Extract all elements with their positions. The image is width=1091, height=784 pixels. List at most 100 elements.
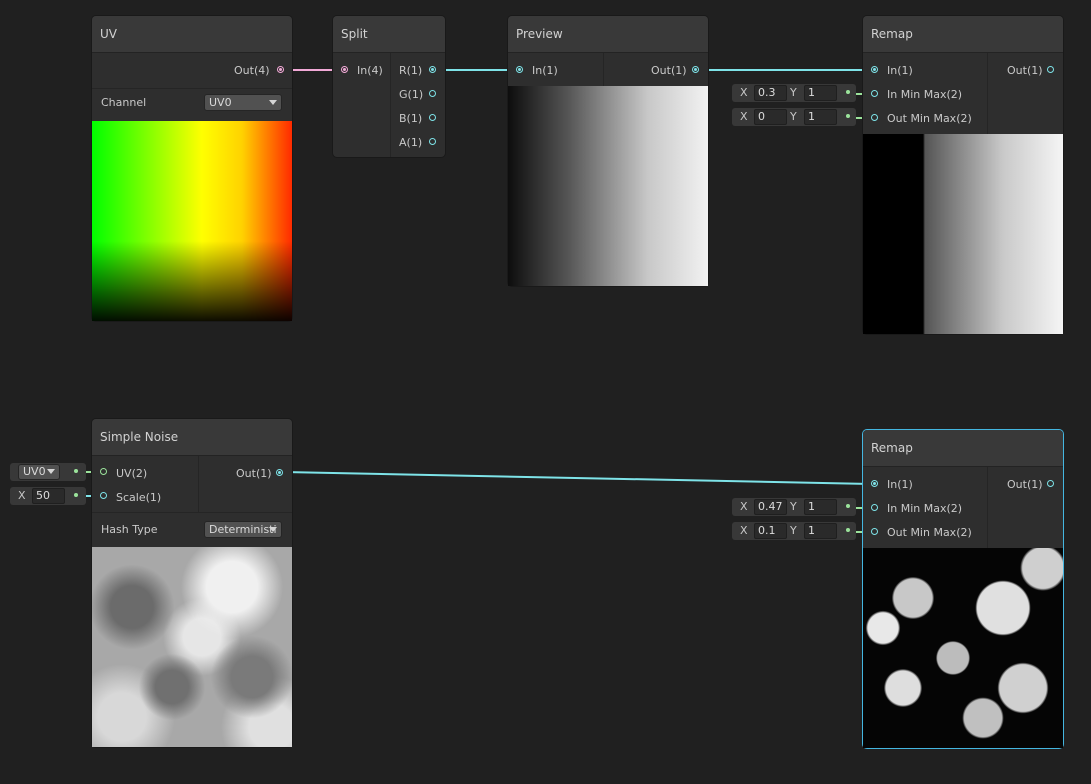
preview-node[interactable]: Preview In(1) Out(1) — [508, 16, 708, 286]
noise-hash-type-dropdown[interactable]: Deterministi — [204, 521, 282, 538]
remap-bottom-in-max-input[interactable]: 1 — [804, 499, 837, 515]
connector-dot-icon — [846, 528, 850, 532]
split-out-a-label: A(1) — [399, 136, 423, 149]
remap-top-in-label: In(1) — [887, 64, 913, 77]
wire-noise-to-remap — [283, 471, 872, 485]
y-axis-label: Y — [790, 86, 797, 99]
x-axis-label: X — [740, 500, 748, 513]
connector-dot-icon — [846, 504, 850, 508]
uv-out-label: Out(4) — [234, 64, 270, 77]
remap-top-node[interactable]: Remap In(1) In Min Max(2) Out Min Max(2)… — [863, 16, 1063, 334]
preview-out-port[interactable] — [692, 66, 699, 73]
uv-divider — [92, 88, 292, 89]
uv-node[interactable]: UV Out(4) Channel UV0 — [92, 16, 292, 321]
remap-bottom-in-minmax-field[interactable]: X 0.47 Y 1 — [732, 498, 856, 516]
remap-top-out-minmax-field[interactable]: X 0 Y 1 — [732, 108, 856, 126]
split-column-divider — [390, 53, 391, 157]
connector-dot-icon — [846, 114, 850, 118]
uv-node-title[interactable]: UV — [92, 16, 292, 53]
noise-uv-input-field[interactable]: UV0 — [10, 463, 86, 481]
uv-preview-image — [92, 121, 292, 321]
y-axis-label: Y — [790, 500, 797, 513]
remap-top-column-divider — [987, 53, 988, 134]
split-out-g-label: G(1) — [399, 88, 424, 101]
simple-noise-node[interactable]: Simple Noise UV(2) Scale(1) Out(1) Hash … — [92, 419, 292, 747]
split-node-title[interactable]: Split — [333, 16, 445, 53]
y-axis-label: Y — [790, 524, 797, 537]
uv-channel-dropdown[interactable]: UV0 — [204, 94, 282, 111]
preview-in-label: In(1) — [532, 64, 558, 77]
chevron-down-icon — [269, 527, 277, 532]
noise-scale-input-field[interactable]: X 50 — [10, 487, 86, 505]
remap-top-in-port[interactable] — [871, 66, 878, 73]
uv-out-port[interactable] — [277, 66, 284, 73]
noise-hash-type-value: Deterministi — [209, 523, 277, 536]
noise-out-port[interactable] — [276, 469, 283, 476]
split-node[interactable]: Split In(4) R(1) G(1) B(1) A(1) — [333, 16, 445, 157]
uv-channel-label: Channel — [101, 96, 147, 109]
x-axis-label: X — [740, 86, 748, 99]
preview-image — [508, 86, 708, 286]
remap-bottom-column-divider — [987, 467, 988, 548]
preview-in-port[interactable] — [516, 66, 523, 73]
preview-out-label: Out(1) — [651, 64, 687, 77]
remap-bottom-in-label: In(1) — [887, 478, 913, 491]
noise-scale-port[interactable] — [100, 492, 107, 499]
split-out-r-port[interactable] — [429, 66, 436, 73]
remap-bottom-out-max-input[interactable]: 1 — [804, 523, 837, 539]
noise-scale-input[interactable]: 50 — [32, 488, 65, 504]
preview-column-divider — [603, 53, 604, 86]
split-in-label: In(4) — [357, 64, 383, 77]
y-axis-label: Y — [790, 110, 797, 123]
remap-top-in-minmax-field[interactable]: X 0.3 Y 1 — [732, 84, 856, 102]
remap-bottom-in-minmax-label: In Min Max(2) — [887, 502, 963, 515]
noise-uv-dropdown[interactable]: UV0 — [18, 464, 60, 480]
chevron-down-icon — [269, 100, 277, 105]
split-out-b-port[interactable] — [429, 114, 436, 121]
split-out-a-port[interactable] — [429, 138, 436, 145]
noise-uv-port[interactable] — [100, 468, 107, 475]
remap-top-preview-image — [863, 134, 1063, 334]
remap-bottom-out-label: Out(1) — [1007, 478, 1043, 491]
uv-channel-value: UV0 — [209, 96, 232, 109]
remap-bottom-in-min-input[interactable]: 0.47 — [754, 499, 787, 515]
x-axis-label: X — [740, 524, 748, 537]
remap-bottom-preview-image — [863, 548, 1063, 748]
noise-scale-label: Scale(1) — [116, 491, 162, 504]
remap-bottom-in-port[interactable] — [871, 480, 878, 487]
remap-top-out-minmax-port[interactable] — [871, 114, 878, 121]
remap-top-out-max-input[interactable]: 1 — [804, 109, 837, 125]
remap-top-out-min-input[interactable]: 0 — [754, 109, 787, 125]
remap-top-in-minmax-label: In Min Max(2) — [887, 88, 963, 101]
split-out-g-port[interactable] — [429, 90, 436, 97]
noise-out-label: Out(1) — [236, 467, 272, 480]
preview-node-title[interactable]: Preview — [508, 16, 708, 53]
noise-column-divider — [198, 456, 199, 512]
remap-bottom-in-minmax-port[interactable] — [871, 504, 878, 511]
remap-top-node-title[interactable]: Remap — [863, 16, 1063, 53]
remap-bottom-out-port[interactable] — [1047, 480, 1054, 487]
remap-top-out-label: Out(1) — [1007, 64, 1043, 77]
remap-top-in-min-input[interactable]: 0.3 — [754, 85, 787, 101]
remap-bottom-out-minmax-port[interactable] — [871, 528, 878, 535]
remap-bottom-out-minmax-field[interactable]: X 0.1 Y 1 — [732, 522, 856, 540]
remap-bottom-node-title[interactable]: Remap — [863, 430, 1063, 467]
remap-top-in-minmax-port[interactable] — [871, 90, 878, 97]
simple-noise-node-title[interactable]: Simple Noise — [92, 419, 292, 456]
x-axis-label: X — [18, 489, 26, 502]
remap-top-out-port[interactable] — [1047, 66, 1054, 73]
noise-divider — [92, 512, 292, 513]
remap-bottom-out-min-input[interactable]: 0.1 — [754, 523, 787, 539]
split-out-b-label: B(1) — [399, 112, 423, 125]
connector-dot-icon — [74, 493, 78, 497]
chevron-down-icon — [47, 469, 55, 474]
remap-top-out-minmax-label: Out Min Max(2) — [887, 112, 972, 125]
split-in-port[interactable] — [341, 66, 348, 73]
connector-dot-icon — [74, 469, 78, 473]
split-out-r-label: R(1) — [399, 64, 423, 77]
noise-preview-image — [92, 547, 292, 747]
remap-top-in-max-input[interactable]: 1 — [804, 85, 837, 101]
remap-bottom-node[interactable]: Remap In(1) In Min Max(2) Out Min Max(2)… — [863, 430, 1063, 748]
noise-hash-type-label: Hash Type — [101, 523, 158, 536]
noise-uv-label: UV(2) — [116, 467, 148, 480]
